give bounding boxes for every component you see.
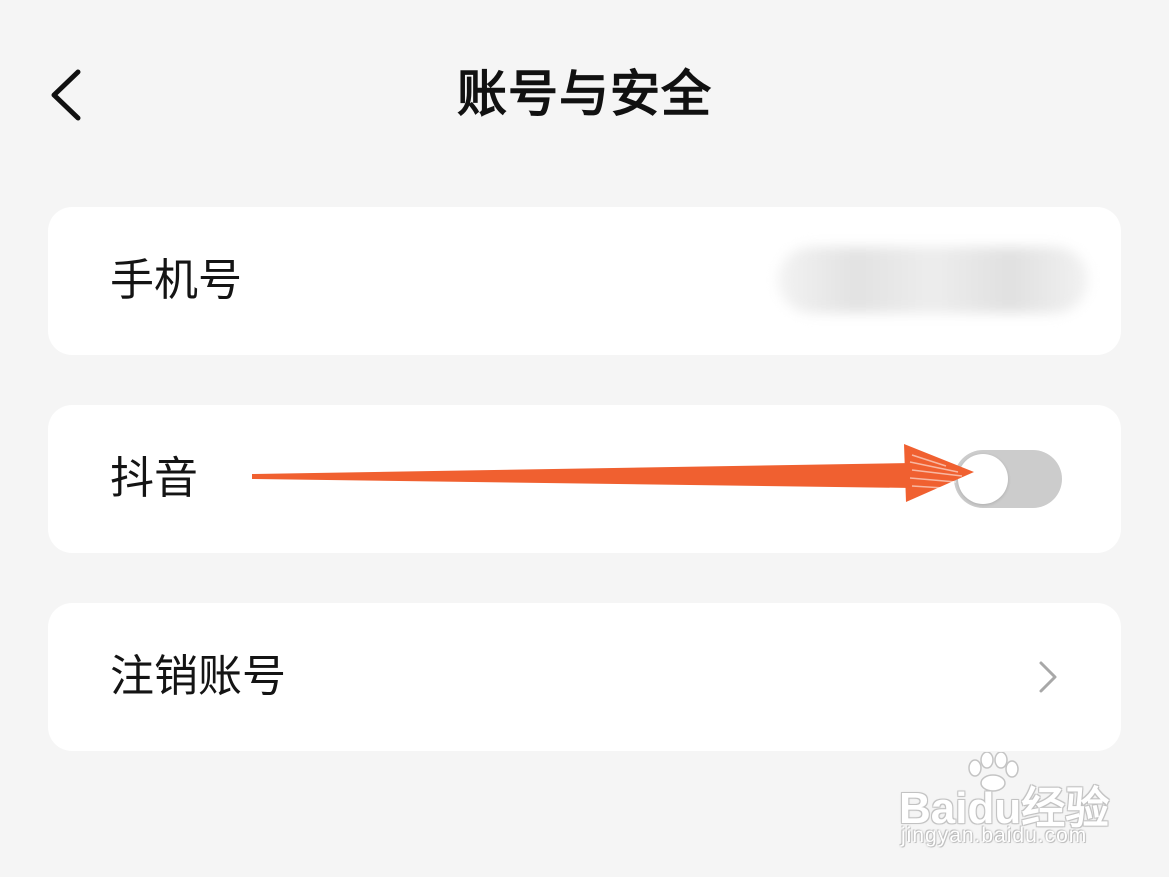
douyin-toggle[interactable] (954, 450, 1062, 508)
phone-number-value-blurred (778, 247, 1088, 313)
baidu-jingyan-watermark: Baidu经验 jingyan.baidu.com (895, 752, 1155, 862)
phone-number-label: 手机号 (110, 255, 242, 306)
douyin-label: 抖音 (110, 453, 198, 504)
cancel-account-row[interactable]: 注销账号 (48, 603, 1121, 751)
top-bar: 账号与安全 (0, 0, 1169, 190)
page-title: 账号与安全 (457, 65, 712, 123)
paw-icon (968, 752, 1019, 792)
chevron-right-icon (1039, 661, 1057, 693)
toggle-knob (958, 454, 1008, 504)
cancel-account-label: 注销账号 (110, 651, 286, 702)
watermark-url: jingyan.baidu.com (901, 824, 1088, 847)
watermark-logo: Baidu经验 (899, 784, 1110, 833)
douyin-row: 抖音 (48, 405, 1121, 553)
phone-number-row[interactable]: 手机号 (48, 207, 1121, 355)
